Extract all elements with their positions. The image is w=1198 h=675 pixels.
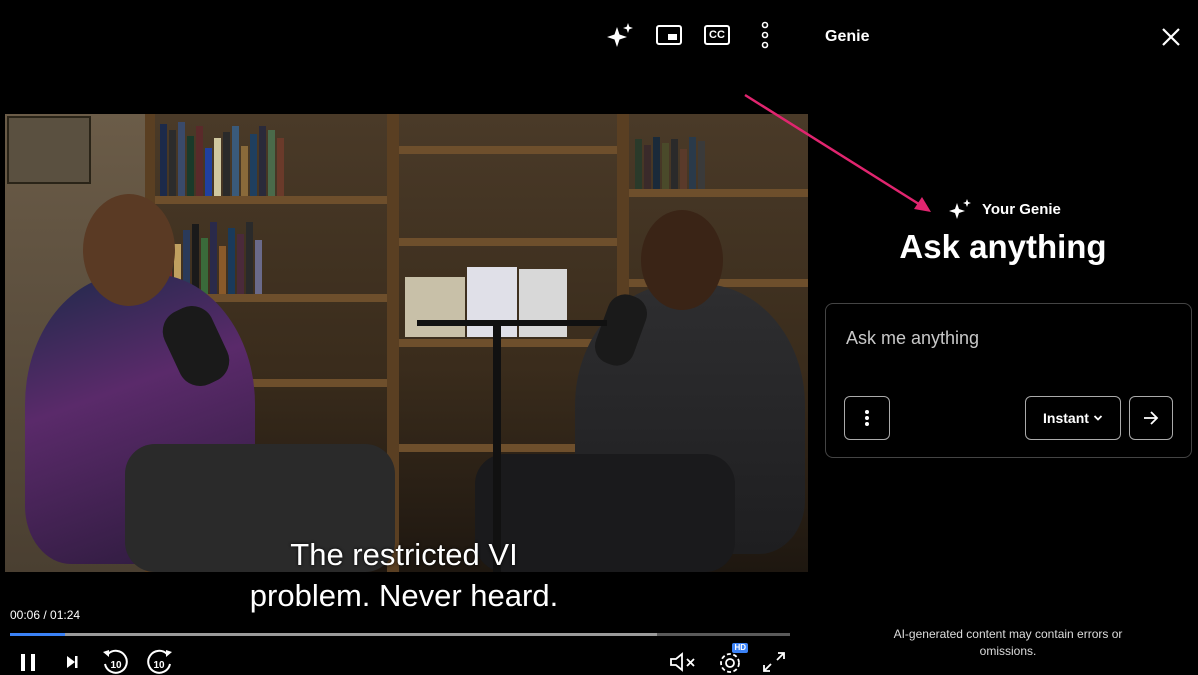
more-options-button[interactable]	[750, 20, 780, 50]
scene-mic-arm	[417, 320, 607, 326]
send-button[interactable]	[1129, 396, 1173, 440]
scene-shelf	[629, 189, 808, 197]
ask-box: Instant	[825, 303, 1192, 458]
rewind-10-button[interactable]: 10	[98, 648, 132, 675]
volume-muted-icon	[670, 651, 695, 672]
seek-bar-buffered	[10, 633, 658, 636]
scene-shelf	[399, 146, 617, 154]
ai-sparkle-button[interactable]	[606, 20, 636, 50]
cc-icon: CC	[704, 25, 730, 45]
genie-brand: Your Genie	[948, 198, 1061, 220]
timecode: 00:06 / 01:24	[10, 608, 81, 622]
scene-shelf	[399, 238, 617, 246]
mode-select-label: Instant	[1043, 410, 1089, 426]
pause-button[interactable]	[14, 648, 42, 675]
next-button[interactable]	[58, 648, 86, 675]
scene-books	[635, 134, 705, 189]
scene-books	[160, 118, 284, 196]
panel-title: Genie	[825, 28, 870, 45]
scene-shelf	[155, 196, 387, 204]
pause-icon	[21, 653, 35, 671]
close-icon	[1162, 28, 1180, 46]
arrow-right-icon	[1144, 411, 1159, 425]
scene-shelf	[399, 339, 617, 347]
ask-options-button[interactable]	[844, 396, 890, 440]
genie-panel: Genie Your Genie Ask anything Instant	[808, 0, 1198, 675]
expand-icon	[763, 651, 785, 672]
picture-in-picture-icon	[656, 25, 682, 45]
scene-person-right-head	[641, 210, 723, 310]
genie-brand-label: Your Genie	[982, 200, 1061, 218]
settings-button[interactable]: HD	[714, 643, 748, 675]
ask-input[interactable]	[846, 328, 1166, 349]
scene-wall-picture	[7, 116, 91, 184]
video-player: CC The restricted VI problem. Never hear…	[0, 0, 808, 675]
fullscreen-button[interactable]	[758, 648, 790, 675]
captions-button[interactable]: CC	[702, 20, 732, 50]
ai-disclaimer: AI-generated content may contain errors …	[893, 627, 1123, 658]
miniplayer-button[interactable]	[654, 20, 684, 50]
forward-10-button[interactable]: 10	[143, 648, 177, 675]
mute-button[interactable]	[666, 648, 702, 675]
hd-badge: HD	[732, 643, 748, 653]
ask-heading: Ask anything	[899, 228, 1107, 265]
close-button[interactable]	[1158, 24, 1184, 50]
sparkle-icon	[949, 199, 971, 219]
chevron-down-icon	[1093, 415, 1103, 421]
seek-bar[interactable]	[10, 633, 790, 636]
scene-person-left-head	[83, 194, 175, 306]
mode-select[interactable]: Instant	[1025, 396, 1121, 440]
sparkle-icon	[607, 23, 633, 47]
player-controls: 10 10 HD	[0, 643, 808, 675]
skip-next-icon	[67, 655, 78, 668]
subtitle-line: The restricted VI	[290, 537, 518, 572]
forward-10-icon: 10	[147, 649, 172, 674]
svg-text:10: 10	[153, 660, 165, 671]
subtitle-line: problem. Never heard.	[249, 578, 559, 613]
video-frame[interactable]	[5, 114, 808, 572]
svg-text:10: 10	[110, 660, 122, 671]
player-top-toolbar: CC	[606, 20, 780, 50]
vertical-dots-icon	[865, 410, 869, 426]
vertical-dots-icon	[761, 21, 769, 49]
seek-bar-progress	[10, 633, 66, 636]
rewind-10-icon: 10	[103, 649, 128, 674]
